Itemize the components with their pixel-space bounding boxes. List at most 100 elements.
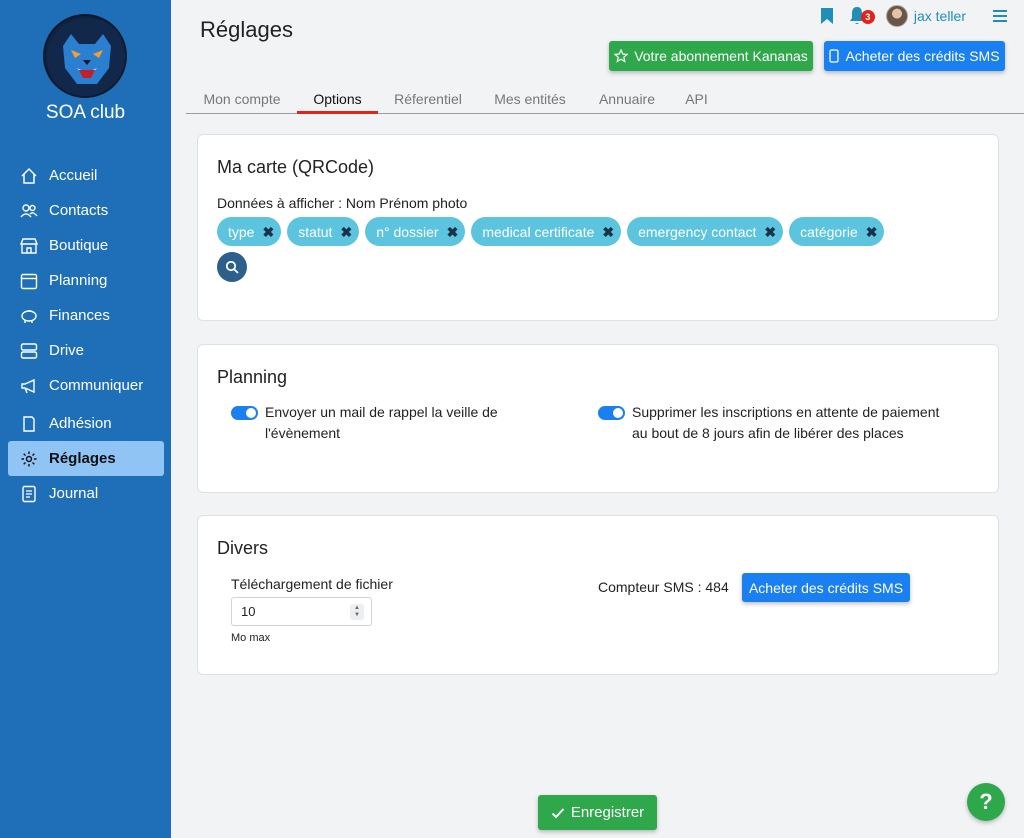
tab-mes-entites[interactable]: Mes entités [492, 91, 568, 113]
users-icon [20, 202, 38, 220]
remove-chip-icon[interactable]: ✖ [447, 225, 459, 239]
display-field-chips: type ✖ statut ✖ n° dossier ✖ medical certif… [217, 217, 885, 246]
divers-card: Divers Téléchargement de fichier 10 ▲ ▼ … [197, 515, 999, 675]
sidebar-nav: Accueil Contacts Boutique Planning Finan… [8, 158, 164, 511]
sidebar-item-boutique[interactable]: Boutique [8, 228, 164, 263]
piggy-bank-icon [20, 307, 38, 325]
save-button-label: Enregistrer [570, 804, 645, 821]
remove-chip-icon[interactable]: ✖ [602, 225, 614, 239]
avatar[interactable] [885, 5, 908, 27]
sidebar-item-adhesion[interactable]: Adhésion [8, 406, 164, 441]
sidebar: SOA club Accueil Contacts Boutique Plann… [0, 0, 171, 838]
tab-api[interactable]: API [683, 91, 710, 113]
settings-tabs: Mon compte Options Réferentiel Mes entit… [186, 91, 1024, 114]
chip-medical-certificate: medical certificate ✖ [471, 217, 622, 246]
server-icon [20, 342, 38, 360]
delete-pending-toggle[interactable] [598, 406, 625, 420]
chip-type: type ✖ [217, 217, 282, 246]
star-icon [614, 49, 629, 63]
sidebar-item-label: Finances [49, 307, 110, 324]
qrcode-card: Ma carte (QRCode) Données à afficher : N… [197, 134, 999, 321]
page-title: Réglages [200, 17, 293, 42]
megaphone-icon [20, 377, 38, 395]
number-spinner[interactable]: ▲ ▼ [350, 604, 364, 620]
chip-label: statut [298, 223, 333, 240]
hamburger-menu-icon[interactable] [992, 9, 1008, 23]
file-size-unit: Mo max [231, 632, 271, 644]
reminder-mail-toggle[interactable] [231, 406, 258, 420]
buy-sms-credits-header-label: Acheter des crédits SMS [845, 48, 1000, 64]
remove-chip-icon[interactable]: ✖ [764, 225, 776, 239]
notifications-button[interactable]: 3 [848, 6, 875, 26]
sidebar-item-label: Contacts [49, 202, 109, 219]
sidebar-item-label: Réglages [49, 450, 116, 467]
buy-sms-credits-header-button[interactable]: Acheter des crédits SMS [824, 41, 1005, 71]
chip-emergency-contact: emergency contact ✖ [627, 217, 784, 246]
home-icon [20, 167, 38, 185]
search-icon [225, 260, 239, 274]
store-icon [20, 237, 38, 255]
chip-label: n° dossier [376, 223, 439, 240]
tab-mon-compte[interactable]: Mon compte [201, 91, 283, 113]
notification-badge: 3 [860, 10, 875, 24]
username-link[interactable]: jax teller [914, 8, 966, 24]
chip-label: emergency contact [638, 223, 757, 240]
spinner-up-icon: ▲ [354, 605, 360, 611]
sidebar-item-label: Boutique [49, 237, 109, 254]
sidebar-item-communiquer[interactable]: Communiquer [8, 368, 164, 403]
check-icon [551, 807, 565, 818]
chip-statut: statut ✖ [287, 217, 360, 246]
tab-options[interactable]: Options [297, 91, 378, 114]
sidebar-item-journal[interactable]: Journal [8, 476, 164, 511]
file-size-input[interactable]: 10 ▲ ▼ [231, 597, 372, 626]
calendar-icon [20, 272, 38, 290]
spinner-down-icon: ▼ [354, 612, 360, 618]
remove-chip-icon[interactable]: ✖ [340, 225, 352, 239]
buy-sms-credits-button[interactable]: Acheter des crédits SMS [742, 573, 910, 602]
add-field-search-button[interactable] [217, 252, 247, 282]
phone-icon [829, 49, 840, 63]
subscription-button[interactable]: Votre abonnement Kananas [609, 41, 813, 71]
planning-card-title: Planning [217, 367, 288, 387]
tab-referentiel[interactable]: Réferentiel [392, 91, 464, 113]
tab-annuaire[interactable]: Annuaire [597, 91, 657, 113]
save-button[interactable]: Enregistrer [538, 795, 657, 830]
sidebar-item-reglages[interactable]: Réglages [8, 441, 164, 476]
journal-icon [20, 485, 38, 503]
display-fields-label: Données à afficher : Nom Prénom photo [217, 195, 468, 211]
planning-card: Planning Envoyer un mail de rappel la ve… [197, 344, 999, 493]
file-size-value: 10 [241, 604, 256, 619]
sidebar-item-label: Communiquer [49, 377, 144, 394]
help-button[interactable]: ? [967, 783, 1005, 821]
bookmark-icon[interactable] [820, 7, 834, 25]
sidebar-item-label: Adhésion [49, 415, 112, 432]
subscription-button-label: Votre abonnement Kananas [634, 48, 808, 64]
file-upload-label: Téléchargement de fichier [231, 576, 393, 592]
top-bar: 3 jax teller [820, 4, 1008, 28]
chip-label: catégorie [800, 223, 858, 240]
qrcode-card-title: Ma carte (QRCode) [217, 157, 375, 177]
sidebar-item-finances[interactable]: Finances [8, 298, 164, 333]
gear-icon [20, 450, 38, 468]
remove-chip-icon[interactable]: ✖ [262, 225, 274, 239]
chip-label: type [228, 223, 255, 240]
sms-counter: Compteur SMS : 484 [598, 579, 729, 595]
buy-sms-credits-label: Acheter des crédits SMS [748, 579, 904, 596]
sidebar-item-contacts[interactable]: Contacts [8, 193, 164, 228]
club-name: SOA club [45, 102, 126, 123]
clipboard-icon [20, 415, 38, 433]
chip-dossier: n° dossier ✖ [365, 217, 466, 246]
sidebar-item-accueil[interactable]: Accueil [8, 158, 164, 193]
divers-card-title: Divers [217, 538, 269, 558]
club-logo[interactable] [43, 14, 127, 98]
sidebar-item-drive[interactable]: Drive [8, 333, 164, 368]
remove-chip-icon[interactable]: ✖ [866, 225, 878, 239]
delete-pending-label: Supprimer les inscriptions en attente de… [632, 404, 940, 441]
chip-label: medical certificate [482, 223, 595, 240]
chip-categorie: catégorie ✖ [789, 217, 885, 246]
sidebar-item-label: Journal [49, 485, 99, 502]
bear-logo-icon [47, 18, 125, 96]
sidebar-item-label: Accueil [49, 167, 98, 184]
sidebar-item-planning[interactable]: Planning [8, 263, 164, 298]
sidebar-item-label: Drive [49, 342, 85, 359]
